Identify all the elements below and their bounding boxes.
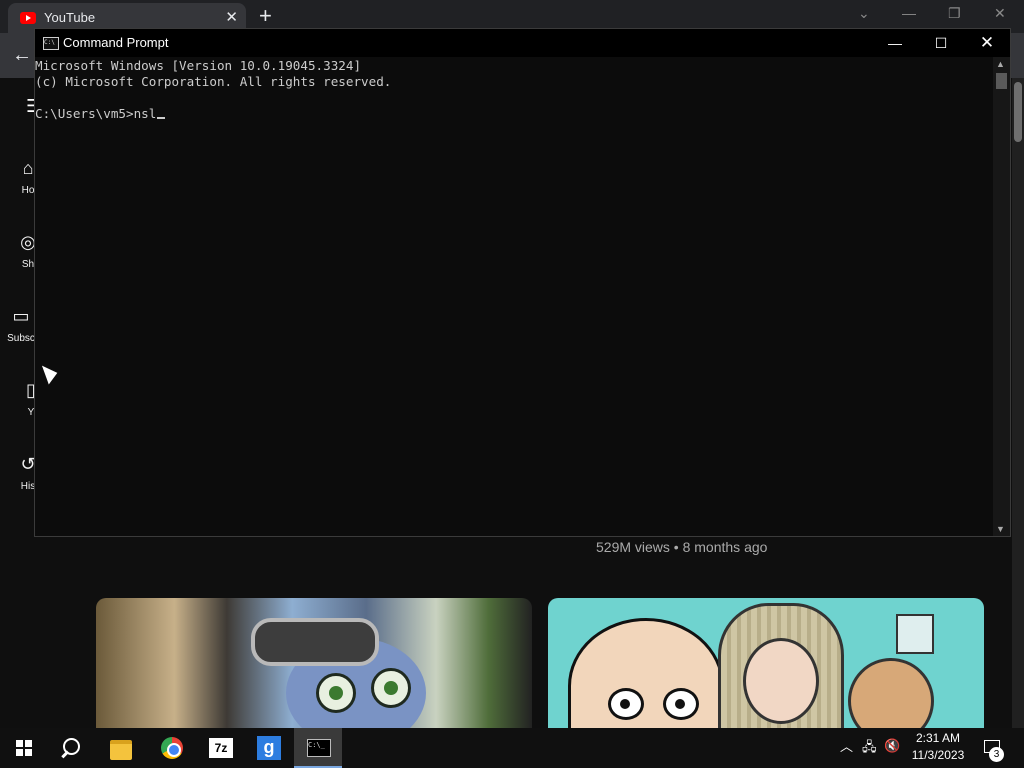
page-scrollbar[interactable] xyxy=(1012,78,1024,728)
console-line: Microsoft Windows [Version 10.0.19045.33… xyxy=(35,58,362,73)
volume-muted-icon[interactable]: 🔇 xyxy=(884,738,900,754)
7zip-icon: 7z xyxy=(209,738,233,758)
tab-search-icon[interactable]: ⌄ xyxy=(858,5,870,22)
tab-close-icon[interactable]: ✕ xyxy=(225,8,238,26)
scrollbar-thumb[interactable] xyxy=(996,73,1007,89)
scroll-down-icon[interactable]: ▼ xyxy=(996,524,1005,534)
back-arrow-icon[interactable]: ← xyxy=(12,44,32,67)
chrome-button[interactable] xyxy=(148,728,196,768)
youtube-favicon-icon xyxy=(20,12,36,24)
scroll-up-icon[interactable]: ▲ xyxy=(996,59,1005,69)
console-input[interactable]: C:\Users\vm5>nsl xyxy=(35,106,156,121)
command-prompt-window[interactable]: C:\ Command Prompt — ☐ ✕ Microsoft Windo… xyxy=(34,28,1011,537)
video-thumbnail[interactable] xyxy=(96,598,532,728)
video-meta: 529M views • 8 months ago xyxy=(596,539,768,555)
minimize-button[interactable]: — xyxy=(872,29,918,57)
network-icon[interactable]: 🖧 xyxy=(862,738,877,760)
command-prompt-taskbar-button[interactable]: C:\_ xyxy=(294,728,342,768)
tab-title: YouTube xyxy=(44,10,96,25)
window-title: Command Prompt xyxy=(63,35,169,50)
console-area[interactable]: Microsoft Windows [Version 10.0.19045.33… xyxy=(35,57,995,537)
cmd-title-bar[interactable]: C:\ Command Prompt — ☐ ✕ xyxy=(35,29,1010,57)
console-scrollbar[interactable]: ▲ ▼ xyxy=(993,57,1010,536)
notification-count-badge: 3 xyxy=(989,747,1004,762)
windows-logo-icon xyxy=(16,740,32,756)
g-app-icon: g xyxy=(257,736,281,760)
close-button[interactable]: ✕ xyxy=(964,29,1010,57)
g-app-button[interactable]: g xyxy=(245,728,293,768)
youtube-sidebar: ☰ ⌂ Ho ◎ Sh ▭ Subsc ▯ Y ↺ His xyxy=(0,78,42,728)
command-prompt-icon: C:\_ xyxy=(307,739,331,757)
file-explorer-button[interactable] xyxy=(98,728,146,768)
text-cursor xyxy=(157,117,166,119)
video-thumbnail[interactable] xyxy=(548,598,984,728)
command-prompt-icon: C:\ xyxy=(43,37,59,50)
console-line: (c) Microsoft Corporation. All rights re… xyxy=(35,74,392,89)
clock-date[interactable]: 11/3/2023 xyxy=(904,748,972,762)
console-prompt-line[interactable]: C:\Users\vm5>nsl xyxy=(35,106,391,122)
browser-minimize-icon[interactable]: — xyxy=(902,5,916,21)
taskbar: 7z g C:\_ ︿ 🖧 🔇 2:31 AM 11/3/2023 3 xyxy=(0,728,1024,768)
folder-icon xyxy=(110,740,132,760)
show-hidden-icons-icon[interactable]: ︿ xyxy=(840,736,853,755)
start-button[interactable] xyxy=(0,728,48,768)
browser-restore-icon[interactable]: ❐ xyxy=(948,5,961,22)
new-tab-button[interactable]: + xyxy=(259,3,272,29)
7zip-button[interactable]: 7z xyxy=(197,728,245,768)
clock-time[interactable]: 2:31 AM xyxy=(904,731,972,745)
browser-close-icon[interactable]: ✕ xyxy=(994,5,1006,22)
scrollbar-thumb[interactable] xyxy=(1014,82,1022,142)
maximize-button[interactable]: ☐ xyxy=(918,29,964,57)
search-button[interactable] xyxy=(48,728,96,768)
